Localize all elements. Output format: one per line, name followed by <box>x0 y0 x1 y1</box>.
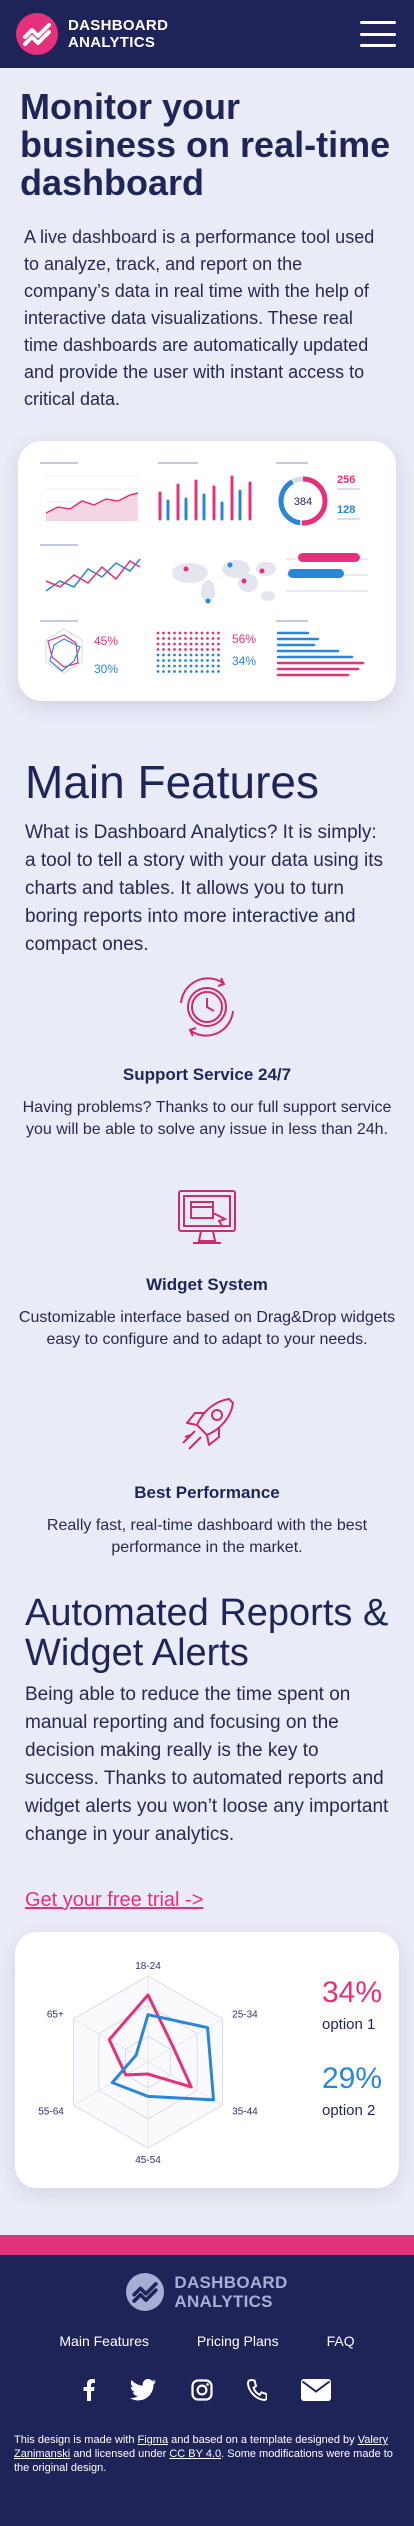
radar-category-label: 18-24 <box>135 1961 161 1972</box>
footer: DASHBOARD ANALYTICS Main Features Pricin… <box>0 2255 414 2526</box>
radar-category-label: 65+ <box>47 2009 64 2020</box>
brand-line-2: ANALYTICS <box>68 34 156 51</box>
monitor-widget-icon <box>178 1190 236 1244</box>
donut-value: 384 <box>294 496 312 508</box>
radar-chart-card: 18-24 25-34 35-44 45-54 55-64 65+ 34% option … <box>15 1932 399 2188</box>
top-navbar: DASHBOARD ANALYTICS <box>0 0 414 68</box>
footer-link-pricing-plans[interactable]: Pricing Plans <box>197 2333 279 2349</box>
credit-licensed: and licensed under <box>73 2448 167 2460</box>
hamburger-menu-icon[interactable] <box>360 21 396 47</box>
feature-widget: Widget System Customizable interface bas… <box>0 1183 414 1351</box>
metric-2-value: 128 <box>337 504 355 516</box>
percent-1: 45% <box>94 634 118 648</box>
footer-link-faq[interactable]: FAQ <box>327 2333 355 2349</box>
radar-category-label: 35-44 <box>232 2107 258 2118</box>
footer-accent-band <box>0 2235 414 2255</box>
dashboard-preview-image: 384 256 128 45% 30% 56% 34% <box>18 441 396 701</box>
main-features-section: Main Features What is Dashboard Analytic… <box>0 701 414 959</box>
credit-pre: This design is made with <box>14 2434 135 2446</box>
footer-brand-line-2: ANALYTICS <box>174 2292 273 2311</box>
phone-icon[interactable] <box>247 2379 267 2401</box>
facebook-icon[interactable] <box>83 2379 95 2401</box>
reports-section: Automated Reports & Widget Alerts Being … <box>0 1559 414 1912</box>
feature-performance-text: Really fast, real-time dashboard with th… <box>46 1517 368 1556</box>
instagram-icon[interactable] <box>191 2379 213 2401</box>
radar-chart: 18-24 25-34 35-44 45-54 55-64 65+ <box>38 1961 258 2166</box>
radar-category-label: 25-34 <box>232 2009 258 2020</box>
stat-2-value: 29% <box>322 2062 383 2095</box>
radar-category-label: 55-64 <box>38 2107 64 2118</box>
free-trial-link[interactable]: Get your free trial -> <box>25 1889 203 1912</box>
percent-2: 30% <box>94 662 118 676</box>
dashboard-preview-graphic: 384 256 128 45% 30% 56% 34% <box>40 462 368 677</box>
credit-mid: and based on a template designed by <box>171 2434 355 2446</box>
hero-section: Monitor your business on real-time dashb… <box>0 68 414 413</box>
rocket-icon <box>182 1398 234 1450</box>
features-lead: What is Dashboard Analytics? It is simpl… <box>25 822 384 955</box>
feature-support-title: Support Service 24/7 <box>122 1065 292 1084</box>
brand-line-1: DASHBOARD <box>68 17 169 34</box>
footer-brand-line-1: DASHBOARD <box>174 2273 288 2292</box>
brand-logo-link[interactable]: DASHBOARD ANALYTICS <box>16 13 168 55</box>
feature-support-text: Having problems? Thanks to our full supp… <box>22 1099 392 1138</box>
feature-performance-title: Best Performance <box>134 1483 280 1502</box>
stat-1-value: 34% <box>322 1976 383 2009</box>
footer-brand[interactable]: DASHBOARD ANALYTICS <box>0 2255 414 2311</box>
mail-icon[interactable] <box>301 2379 331 2401</box>
percent-3: 56% <box>232 632 256 646</box>
radar-category-label: 45-54 <box>135 2155 161 2166</box>
license-link[interactable]: CC BY 4.0 <box>169 2448 221 2460</box>
footer-brand-name: DASHBOARD ANALYTICS <box>174 2273 287 2311</box>
feature-widget-title: Widget System <box>146 1275 268 1294</box>
feature-widget-text: Customizable interface based on Drag&Dro… <box>18 1309 396 1348</box>
brand-name: DASHBOARD ANALYTICS <box>68 17 168 51</box>
percent-4: 34% <box>232 654 256 668</box>
logo-icon <box>16 13 58 55</box>
footer-logo-icon <box>126 2273 165 2311</box>
clock-refresh-icon <box>180 977 234 1037</box>
figma-link[interactable]: Figma <box>138 2434 169 2446</box>
stat-1-label: option 1 <box>322 2016 376 2033</box>
twitter-icon[interactable] <box>129 2379 157 2401</box>
hero-title: Monitor your business on real-time dashb… <box>20 86 391 203</box>
metric-1-value: 256 <box>337 474 355 486</box>
reports-lead: Being able to reduce the time spent on m… <box>25 1684 389 1845</box>
feature-support: Support Service 24/7 Having problems? Th… <box>0 973 414 1141</box>
features-title: Main Features <box>25 756 320 808</box>
credits-text: This design is made with Figma and based… <box>0 2433 414 2475</box>
stat-2-label: option 2 <box>322 2102 376 2119</box>
footer-nav: Main Features Pricing Plans FAQ <box>0 2333 414 2349</box>
social-links <box>0 2379 414 2401</box>
feature-performance: Best Performance Really fast, real-time … <box>0 1391 414 1559</box>
footer-link-main-features[interactable]: Main Features <box>59 2333 148 2349</box>
hero-description: A live dashboard is a performance tool u… <box>24 227 375 409</box>
reports-title: Automated Reports & Widget Alerts <box>25 1592 389 1674</box>
